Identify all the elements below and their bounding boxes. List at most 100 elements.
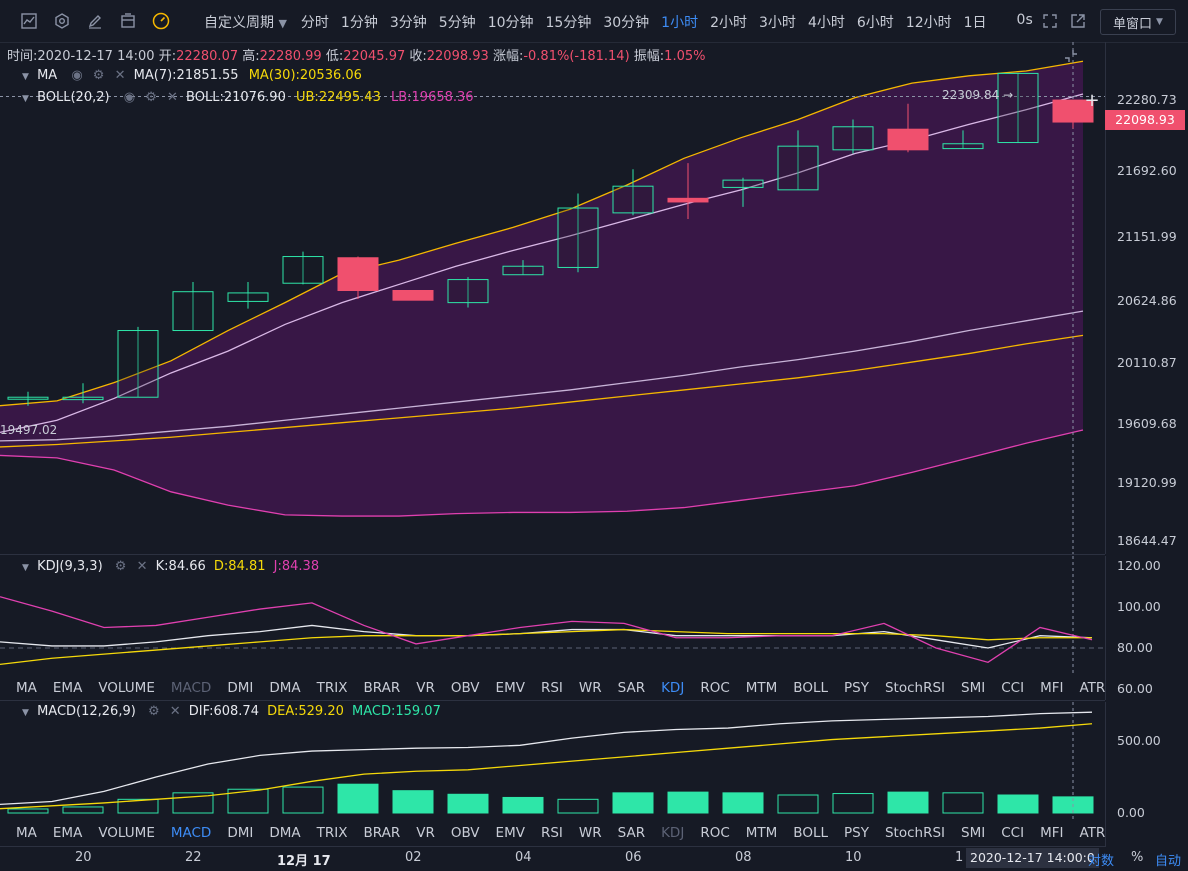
indicator-tab-mtm[interactable]: MTM bbox=[746, 680, 778, 696]
indicator-tab-mfi[interactable]: MFI bbox=[1040, 825, 1063, 841]
period-3[interactable]: 5分钟 bbox=[439, 12, 476, 32]
indicator-tab-atr[interactable]: ATR bbox=[1079, 680, 1105, 696]
indicator-tab-kdj[interactable]: KDJ bbox=[661, 825, 684, 841]
indicator-tab-mfi[interactable]: MFI bbox=[1040, 680, 1063, 696]
indicator-tab-dma[interactable]: DMA bbox=[269, 680, 300, 696]
log-scale-toggle[interactable]: 对数 bbox=[1088, 850, 1114, 869]
indicator-tab-stochrsi[interactable]: StochRSI bbox=[885, 825, 945, 841]
close-icon[interactable]: ✕ bbox=[170, 704, 181, 719]
period-1[interactable]: 1分钟 bbox=[341, 12, 378, 32]
period-6[interactable]: 30分钟 bbox=[603, 12, 649, 32]
period-11[interactable]: 6小时 bbox=[857, 12, 894, 32]
indicator-icon[interactable] bbox=[151, 11, 171, 31]
chevron-down-icon[interactable]: ▼ bbox=[22, 94, 29, 104]
window-mode-select[interactable]: 单窗口 ▼ bbox=[1100, 9, 1176, 35]
macd-histogram-bar bbox=[557, 798, 599, 814]
indicator-tab-dmi[interactable]: DMI bbox=[227, 825, 253, 841]
close-icon[interactable]: ✕ bbox=[137, 559, 148, 574]
indicator-tab-psy[interactable]: PSY bbox=[844, 680, 869, 696]
popout-icon[interactable] bbox=[1068, 11, 1088, 31]
chevron-down-icon[interactable]: ▼ bbox=[22, 563, 29, 573]
indicator-tab-dma[interactable]: DMA bbox=[269, 825, 300, 841]
macd-chart[interactable] bbox=[0, 702, 1105, 822]
indicator-tab-roc[interactable]: ROC bbox=[700, 825, 729, 841]
indicator-tab-emv[interactable]: EMV bbox=[496, 680, 525, 696]
close-icon[interactable]: ✕ bbox=[115, 68, 126, 83]
close-icon[interactable]: ✕ bbox=[167, 90, 178, 105]
chevron-down-icon[interactable]: ▼ bbox=[22, 708, 29, 718]
pane-divider[interactable] bbox=[0, 700, 1105, 701]
indicator-tab-brar[interactable]: BRAR bbox=[363, 825, 400, 841]
indicator-tab-vr[interactable]: VR bbox=[416, 825, 435, 841]
gear-icon[interactable]: ⚙ bbox=[115, 559, 127, 574]
period-0[interactable]: 分时 bbox=[301, 12, 329, 32]
layout-icon[interactable] bbox=[118, 11, 138, 31]
kdj-axis[interactable] bbox=[1105, 556, 1188, 700]
indicator-tab-cci[interactable]: CCI bbox=[1001, 680, 1024, 696]
indicator-tab-sar[interactable]: SAR bbox=[618, 680, 645, 696]
indicator-tab-obv[interactable]: OBV bbox=[451, 825, 480, 841]
gear-icon[interactable]: ⚙ bbox=[148, 704, 160, 719]
indicator-tab-wr[interactable]: WR bbox=[579, 680, 602, 696]
period-10[interactable]: 4小时 bbox=[808, 12, 845, 32]
indicator-tab-boll[interactable]: BOLL bbox=[793, 680, 828, 696]
indicator-tab-volume[interactable]: VOLUME bbox=[98, 825, 155, 841]
indicator-tab-dmi[interactable]: DMI bbox=[227, 680, 253, 696]
period-9[interactable]: 3小时 bbox=[759, 12, 796, 32]
eye-icon[interactable]: ◉ bbox=[124, 90, 135, 105]
indicator-tab-mtm[interactable]: MTM bbox=[746, 825, 778, 841]
indicator-tab-vr[interactable]: VR bbox=[416, 680, 435, 696]
indicator-tab-obv[interactable]: OBV bbox=[451, 680, 480, 696]
indicator-tab-ema[interactable]: EMA bbox=[53, 680, 82, 696]
period-2[interactable]: 3分钟 bbox=[390, 12, 427, 32]
indicator-tab-trix[interactable]: TRIX bbox=[317, 825, 348, 841]
indicator-tab-ema[interactable]: EMA bbox=[53, 825, 82, 841]
price-chart[interactable] bbox=[0, 42, 1105, 554]
macd-axis[interactable] bbox=[1105, 702, 1188, 847]
eye-icon[interactable]: ◉ bbox=[71, 68, 82, 83]
indicator-tab-rsi[interactable]: RSI bbox=[541, 825, 563, 841]
indicator-tab-kdj[interactable]: KDJ bbox=[661, 680, 684, 696]
custom-period-dropdown[interactable]: 自定义周期 ▼ bbox=[204, 12, 287, 32]
indicator-tab-boll[interactable]: BOLL bbox=[793, 825, 828, 841]
indicator-tab-ma[interactable]: MA bbox=[16, 680, 37, 696]
indicator-tab-emv[interactable]: EMV bbox=[496, 825, 525, 841]
period-12[interactable]: 12小时 bbox=[906, 12, 952, 32]
candle-body bbox=[832, 126, 874, 151]
percent-scale-toggle[interactable]: % bbox=[1131, 850, 1143, 865]
auto-scale-toggle[interactable]: 自动 bbox=[1155, 850, 1181, 869]
gear-icon[interactable]: ⚙ bbox=[93, 68, 105, 83]
indicator-tab-volume[interactable]: VOLUME bbox=[98, 680, 155, 696]
kdj-chart[interactable] bbox=[0, 556, 1105, 676]
indicator-tab-wr[interactable]: WR bbox=[579, 825, 602, 841]
indicator-tab-smi[interactable]: SMI bbox=[961, 680, 985, 696]
indicator-tab-psy[interactable]: PSY bbox=[844, 825, 869, 841]
chart-icon[interactable] bbox=[19, 11, 39, 31]
indicator-tab-brar[interactable]: BRAR bbox=[363, 680, 400, 696]
indicator-tab-cci[interactable]: CCI bbox=[1001, 825, 1024, 841]
pane-divider[interactable] bbox=[0, 554, 1105, 555]
period-5[interactable]: 15分钟 bbox=[546, 12, 592, 32]
period-13[interactable]: 1日 bbox=[964, 12, 987, 32]
indicator-tab-atr[interactable]: ATR bbox=[1079, 825, 1105, 841]
period-7[interactable]: 1小时 bbox=[661, 12, 698, 32]
indicator-tab-trix[interactable]: TRIX bbox=[317, 680, 348, 696]
indicator-tab-macd[interactable]: MACD bbox=[171, 680, 211, 696]
candle bbox=[227, 282, 269, 309]
indicator-tab-stochrsi[interactable]: StochRSI bbox=[885, 680, 945, 696]
settings-icon[interactable] bbox=[52, 11, 72, 31]
chevron-down-icon[interactable]: ▼ bbox=[22, 72, 29, 82]
draw-icon[interactable] bbox=[85, 11, 105, 31]
add-alert-icon[interactable]: + bbox=[1081, 90, 1103, 112]
period-4[interactable]: 10分钟 bbox=[488, 12, 534, 32]
candle-body bbox=[282, 256, 324, 284]
indicator-tab-macd[interactable]: MACD bbox=[171, 825, 211, 841]
gear-icon[interactable]: ⚙ bbox=[145, 90, 157, 105]
indicator-tab-rsi[interactable]: RSI bbox=[541, 680, 563, 696]
indicator-tab-roc[interactable]: ROC bbox=[700, 680, 729, 696]
indicator-tab-smi[interactable]: SMI bbox=[961, 825, 985, 841]
fullscreen-icon[interactable] bbox=[1040, 11, 1060, 31]
indicator-tab-sar[interactable]: SAR bbox=[618, 825, 645, 841]
indicator-tab-ma[interactable]: MA bbox=[16, 825, 37, 841]
period-8[interactable]: 2小时 bbox=[710, 12, 747, 32]
